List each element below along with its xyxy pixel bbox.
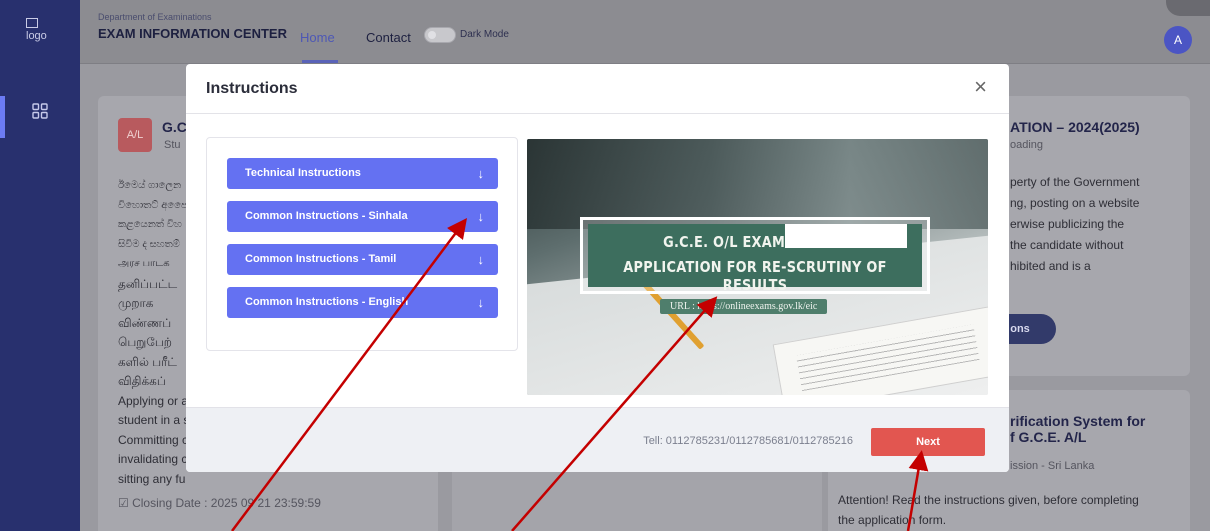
al-card-description-line: ඊමෙය් ගාලෙන <box>118 180 182 191</box>
dashboard-grid-icon[interactable] <box>32 103 48 119</box>
al-card-description-line: student in a s <box>118 413 190 427</box>
arrow-down-icon: ↓ <box>477 209 485 224</box>
accordion-label: Common Instructions - English <box>245 296 409 308</box>
accordion-label: Technical Instructions <box>245 167 361 179</box>
al-card-description-line: தனிப்பட்ட <box>118 276 178 291</box>
exam-banner-image: G.C.E. O/L EXAMINATION APPLICATION FOR R… <box>527 139 988 395</box>
ol-card-description-line: perty of the Government <box>1010 175 1140 189</box>
al-card-description-line: விதிக்கப் <box>118 374 166 388</box>
al-card-description-line: பெறுபேற் <box>118 335 172 349</box>
nav-contact-link[interactable]: Contact <box>366 30 411 45</box>
al-card-description-line: முறாக <box>118 296 154 310</box>
arrow-down-icon: ↓ <box>477 252 485 267</box>
verification-card-title-2: f G.C.E. A/L <box>1010 429 1087 445</box>
accordion-label: Common Instructions - Sinhala <box>245 210 408 222</box>
broken-image-icon <box>26 18 38 28</box>
nav-active-underline <box>302 60 338 63</box>
dark-mode-label: Dark Mode <box>460 29 509 40</box>
al-card-description-line: සිවිම ද සහතම් <box>118 238 180 250</box>
department-name: Department of Examinations <box>98 12 212 22</box>
ol-card-description-line: erwise publicizing the <box>1010 217 1125 231</box>
modal-header: Instructions × <box>186 64 1009 114</box>
al-card-description-line: களில் பரீட் <box>118 354 177 369</box>
accordion-label: Common Instructions - Tamil <box>245 253 397 265</box>
instructions-modal: Instructions × Technical Instructions ↓ … <box>186 64 1009 472</box>
closing-date-text: Closing Date : 2025 09 21 23:59:59 <box>132 496 321 510</box>
al-card-description-line: sitting any fu <box>118 471 186 486</box>
al-card-description-line: විහොතට් අපෙෙ <box>118 199 188 211</box>
sidebar-active-indicator <box>0 96 5 138</box>
banner-background <box>527 139 988 229</box>
instructions-accordion: Technical Instructions ↓ Common Instruct… <box>206 137 518 351</box>
checkbox-icon: ☑ <box>118 496 133 510</box>
arrow-down-icon: ↓ <box>477 166 485 181</box>
ol-card-description-line: hibited and is a <box>1010 259 1091 273</box>
window-corner <box>1166 0 1210 16</box>
dark-mode-toggle[interactable] <box>424 27 456 43</box>
top-bar: Department of Examinations EXAM INFORMAT… <box>80 0 1210 64</box>
user-avatar[interactable]: A <box>1164 26 1192 54</box>
al-card-title: G.C <box>162 119 187 135</box>
modal-title: Instructions <box>206 80 298 97</box>
banner-line-2: APPLICATION FOR RE-SCRUTINY OF RESULTS <box>623 258 887 294</box>
al-card-description-line: Committing c <box>118 432 189 447</box>
al-badge: A/L <box>118 118 152 152</box>
attention-line-1: Attention! Read the instructions given, … <box>838 493 1139 507</box>
contact-phone: Tell: 0112785231/0112785681/0112785216 <box>643 435 853 447</box>
redaction-box <box>785 224 907 248</box>
site-title: EXAM INFORMATION CENTER <box>98 26 287 41</box>
al-card-description-line: அரச பாடக <box>118 258 170 269</box>
arrow-down-icon: ↓ <box>477 295 485 310</box>
closing-date: ☑ Closing Date : 2025 09 21 23:59:59 <box>118 496 321 510</box>
logo-alt-text: logo <box>26 30 47 42</box>
verification-card-sub: ission - Sri Lanka <box>1010 460 1095 472</box>
accordion-common-instructions-sinhala[interactable]: Common Instructions - Sinhala ↓ <box>227 201 498 232</box>
next-button[interactable]: Next <box>871 428 985 456</box>
ol-card-description-line: the candidate without <box>1010 238 1124 252</box>
close-icon[interactable]: × <box>974 76 987 98</box>
attention-line-2: the application form. <box>838 513 947 527</box>
al-card-description-line: விண்ணப் <box>118 315 172 330</box>
nav-home-link[interactable]: Home <box>300 30 335 45</box>
al-card-description-line: Applying or a <box>118 393 189 408</box>
logo[interactable]: logo <box>26 18 47 42</box>
al-card-description-line: invalidating c <box>118 452 188 466</box>
sidebar: logo <box>0 0 80 531</box>
ol-card-title: ATION – 2024(2025) <box>1010 119 1140 135</box>
ol-card-status: oading <box>1010 139 1044 151</box>
al-card-subtitle: Stu <box>164 139 181 151</box>
al-card-description-line: කළයෙනත් විහ <box>118 219 182 230</box>
ol-card-description-line: ng, posting on a website <box>1010 196 1140 210</box>
accordion-common-instructions-tamil[interactable]: Common Instructions - Tamil ↓ <box>227 244 498 275</box>
accordion-common-instructions-english[interactable]: Common Instructions - English ↓ <box>227 287 498 318</box>
modal-footer: Tell: 0112785231/0112785681/0112785216 N… <box>186 407 1009 472</box>
banner-url: URL : https://onlineexams.gov.lk/eic <box>660 299 828 314</box>
accordion-technical-instructions[interactable]: Technical Instructions ↓ <box>227 158 498 189</box>
